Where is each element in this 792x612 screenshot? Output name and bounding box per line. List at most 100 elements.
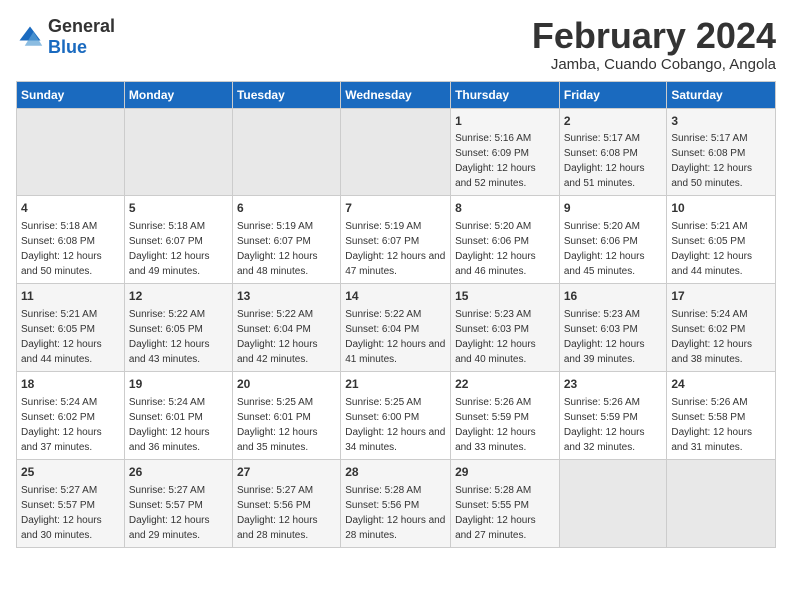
calendar-cell [341,108,451,196]
calendar-week-row: 1Sunrise: 5:16 AM Sunset: 6:09 PM Daylig… [17,108,776,196]
calendar-cell: 3 Sunrise: 5:17 AM Sunset: 6:08 PM Daylig… [667,108,776,196]
calendar-cell: 20Sunrise: 5:25 AM Sunset: 6:01 PM Dayli… [232,371,340,459]
day-info: Sunrise: 5:27 AM Sunset: 5:56 PM Dayligh… [237,485,318,541]
calendar-cell: 5 Sunrise: 5:18 AM Sunset: 6:07 PM Daylig… [124,196,232,284]
day-info: Sunrise: 5:17 AM Sunset: 6:08 PM Dayligh… [564,133,645,189]
day-number: 16 [564,288,663,305]
day-number: 26 [129,464,228,481]
calendar-cell: 16 Sunrise: 5:23 AM Sunset: 6:03 PM Dayli… [559,284,667,372]
day-info: Sunrise: 5:18 AM Sunset: 6:07 PM Dayligh… [129,221,210,277]
calendar-cell: 19 Sunrise: 5:24 AM Sunset: 6:01 PM Dayli… [124,371,232,459]
calendar-cell: 10 Sunrise: 5:21 AM Sunset: 6:05 PM Dayli… [667,196,776,284]
calendar-header: SundayMondayTuesdayWednesdayThursdayFrid… [17,81,776,108]
day-number: 10 [671,200,771,217]
calendar-cell [667,459,776,547]
page-header: General Blue February 2024 Jamba, Cuando… [16,16,776,73]
calendar-cell: 2 Sunrise: 5:17 AM Sunset: 6:08 PM Daylig… [559,108,667,196]
day-number: 24 [671,376,771,393]
logo-icon [16,23,44,51]
day-info: Sunrise: 5:24 AM Sunset: 6:02 PM Dayligh… [671,309,752,365]
calendar-cell: 1Sunrise: 5:16 AM Sunset: 6:09 PM Daylig… [451,108,560,196]
calendar-cell: 27 Sunrise: 5:27 AM Sunset: 5:56 PM Dayli… [232,459,340,547]
logo-blue: Blue [48,37,87,57]
logo-general: General [48,16,115,36]
day-info: Sunrise: 5:17 AM Sunset: 6:08 PM Dayligh… [671,133,752,189]
calendar-cell: 18 Sunrise: 5:24 AM Sunset: 6:02 PM Dayli… [17,371,125,459]
header-day-monday: Monday [124,81,232,108]
calendar-cell [124,108,232,196]
day-number: 2 [564,113,663,130]
day-info: Sunrise: 5:20 AM Sunset: 6:06 PM Dayligh… [564,221,645,277]
calendar-week-row: 11Sunrise: 5:21 AM Sunset: 6:05 PM Dayli… [17,284,776,372]
day-info: Sunrise: 5:22 AM Sunset: 6:05 PM Dayligh… [129,309,210,365]
day-info: Sunrise: 5:24 AM Sunset: 6:01 PM Dayligh… [129,397,210,453]
logo-wordmark: General Blue [48,16,115,58]
day-number: 7 [345,200,446,217]
calendar-week-row: 25Sunrise: 5:27 AM Sunset: 5:57 PM Dayli… [17,459,776,547]
header-day-friday: Friday [559,81,667,108]
day-info: Sunrise: 5:22 AM Sunset: 6:04 PM Dayligh… [237,309,318,365]
day-number: 18 [21,376,120,393]
calendar-cell [559,459,667,547]
page-title: February 2024 [532,16,776,56]
calendar-cell: 8Sunrise: 5:20 AM Sunset: 6:06 PM Daylig… [451,196,560,284]
day-info: Sunrise: 5:22 AM Sunset: 6:04 PM Dayligh… [345,309,445,365]
calendar-cell: 9Sunrise: 5:20 AM Sunset: 6:06 PM Daylig… [559,196,667,284]
day-info: Sunrise: 5:25 AM Sunset: 6:01 PM Dayligh… [237,397,318,453]
calendar-cell: 23 Sunrise: 5:26 AM Sunset: 5:59 PM Dayli… [559,371,667,459]
calendar-cell: 17 Sunrise: 5:24 AM Sunset: 6:02 PM Dayli… [667,284,776,372]
day-number: 19 [129,376,228,393]
calendar-cell: 4Sunrise: 5:18 AM Sunset: 6:08 PM Daylig… [17,196,125,284]
day-number: 28 [345,464,446,481]
calendar-cell: 25Sunrise: 5:27 AM Sunset: 5:57 PM Dayli… [17,459,125,547]
calendar-cell [17,108,125,196]
day-info: Sunrise: 5:27 AM Sunset: 5:57 PM Dayligh… [129,485,210,541]
header-row: SundayMondayTuesdayWednesdayThursdayFrid… [17,81,776,108]
day-number: 3 [671,113,771,130]
day-info: Sunrise: 5:26 AM Sunset: 5:59 PM Dayligh… [564,397,645,453]
day-number: 21 [345,376,446,393]
day-number: 22 [455,376,555,393]
day-info: Sunrise: 5:28 AM Sunset: 5:55 PM Dayligh… [455,485,536,541]
day-number: 12 [129,288,228,305]
calendar-cell: 26 Sunrise: 5:27 AM Sunset: 5:57 PM Dayli… [124,459,232,547]
day-info: Sunrise: 5:19 AM Sunset: 6:07 PM Dayligh… [345,221,445,277]
day-number: 4 [21,200,120,217]
day-number: 5 [129,200,228,217]
calendar-cell: 15 Sunrise: 5:23 AM Sunset: 6:03 PM Dayli… [451,284,560,372]
day-number: 14 [345,288,446,305]
calendar-cell: 24 Sunrise: 5:26 AM Sunset: 5:58 PM Dayli… [667,371,776,459]
calendar-week-row: 18 Sunrise: 5:24 AM Sunset: 6:02 PM Dayli… [17,371,776,459]
calendar-cell [232,108,340,196]
day-info: Sunrise: 5:26 AM Sunset: 5:59 PM Dayligh… [455,397,536,453]
day-info: Sunrise: 5:26 AM Sunset: 5:58 PM Dayligh… [671,397,752,453]
title-block: February 2024 Jamba, Cuando Cobango, Ang… [532,16,776,73]
day-number: 11 [21,288,120,305]
calendar-cell: 6 Sunrise: 5:19 AM Sunset: 6:07 PM Daylig… [232,196,340,284]
calendar-cell: 11Sunrise: 5:21 AM Sunset: 6:05 PM Dayli… [17,284,125,372]
calendar-cell: 12 Sunrise: 5:22 AM Sunset: 6:05 PM Dayli… [124,284,232,372]
day-info: Sunrise: 5:25 AM Sunset: 6:00 PM Dayligh… [345,397,445,453]
day-number: 6 [237,200,336,217]
calendar-body: 1Sunrise: 5:16 AM Sunset: 6:09 PM Daylig… [17,108,776,547]
calendar-cell: 29 Sunrise: 5:28 AM Sunset: 5:55 PM Dayli… [451,459,560,547]
day-number: 23 [564,376,663,393]
logo: General Blue [16,16,115,58]
day-number: 29 [455,464,555,481]
calendar-cell: 21 Sunrise: 5:25 AM Sunset: 6:00 PM Dayli… [341,371,451,459]
day-info: Sunrise: 5:23 AM Sunset: 6:03 PM Dayligh… [564,309,645,365]
page-subtitle: Jamba, Cuando Cobango, Angola [532,56,776,73]
day-info: Sunrise: 5:24 AM Sunset: 6:02 PM Dayligh… [21,397,102,453]
calendar-week-row: 4Sunrise: 5:18 AM Sunset: 6:08 PM Daylig… [17,196,776,284]
day-info: Sunrise: 5:23 AM Sunset: 6:03 PM Dayligh… [455,309,536,365]
calendar-table: SundayMondayTuesdayWednesdayThursdayFrid… [16,81,776,548]
calendar-cell: 22 Sunrise: 5:26 AM Sunset: 5:59 PM Dayli… [451,371,560,459]
day-number: 15 [455,288,555,305]
day-info: Sunrise: 5:19 AM Sunset: 6:07 PM Dayligh… [237,221,318,277]
day-info: Sunrise: 5:21 AM Sunset: 6:05 PM Dayligh… [671,221,752,277]
day-number: 27 [237,464,336,481]
header-day-sunday: Sunday [17,81,125,108]
day-number: 17 [671,288,771,305]
day-number: 8 [455,200,555,217]
header-day-tuesday: Tuesday [232,81,340,108]
